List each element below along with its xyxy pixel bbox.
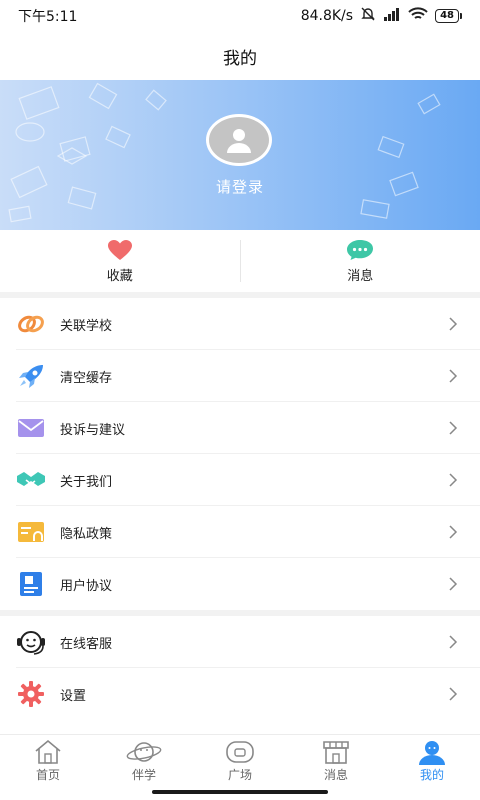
- chevron-right-icon: [449, 577, 458, 591]
- chat-bubble-icon: [347, 239, 374, 260]
- menu-label: 隐私政策: [60, 526, 113, 542]
- shop-icon: [323, 741, 349, 764]
- menu-label: 在线客服: [60, 636, 113, 652]
- page-title: 我的: [223, 48, 257, 69]
- tab-label: 首页: [35, 768, 60, 782]
- plaza-icon: [226, 741, 254, 763]
- quick-actions: 收藏 消息: [0, 230, 480, 292]
- tab-plaza[interactable]: 广场: [192, 735, 288, 786]
- menu-item-feedback[interactable]: 投诉与建议: [0, 402, 480, 454]
- mail-icon: [18, 419, 44, 437]
- battery-icon: 48: [435, 9, 462, 23]
- headset-icon: [17, 631, 45, 655]
- handshake-icon: [17, 472, 45, 486]
- status-bar: 下午5:11 84.8K/s 48: [0, 0, 480, 32]
- network-speed: 84.8K/s: [300, 8, 354, 24]
- link-icon: [18, 315, 44, 333]
- messages-button[interactable]: 消息: [241, 230, 480, 292]
- menu-item-about-us[interactable]: 关于我们: [0, 454, 480, 506]
- profile-icon: [419, 741, 445, 765]
- bottom-tab-bar: 首页 伴学 广场 消息 我的: [0, 734, 480, 786]
- menu-label: 设置: [60, 688, 87, 704]
- tab-profile[interactable]: 我的: [384, 735, 480, 786]
- signal-icon: [383, 7, 401, 25]
- battery-level: 48: [435, 9, 459, 23]
- tab-label: 我的: [419, 768, 444, 782]
- mute-icon: [360, 6, 376, 26]
- favorites-button[interactable]: 收藏: [0, 230, 240, 292]
- gear-icon: [18, 681, 44, 707]
- tab-label: 广场: [227, 768, 252, 782]
- login-prompt[interactable]: 请登录: [0, 176, 480, 197]
- status-icons: 84.8K/s 48: [301, 6, 462, 26]
- rocket-icon: [19, 365, 43, 388]
- chevron-right-icon: [449, 317, 458, 331]
- card-icon: [18, 522, 44, 542]
- menu-label: 用户协议: [60, 578, 113, 594]
- user-avatar-icon: [227, 129, 251, 153]
- menu-label: 清空缓存: [60, 370, 113, 386]
- messages-label: 消息: [347, 268, 374, 284]
- chevron-right-icon: [449, 635, 458, 649]
- tab-home[interactable]: 首页: [0, 735, 96, 786]
- status-time: 下午5:11: [18, 9, 78, 25]
- wifi-icon: [408, 7, 428, 25]
- chevron-right-icon: [449, 687, 458, 701]
- home-icon: [35, 739, 61, 764]
- chevron-right-icon: [449, 369, 458, 383]
- home-indicator[interactable]: [152, 790, 328, 794]
- menu-group-secondary: 在线客服 设置: [0, 616, 480, 720]
- profile-banner[interactable]: 请登录: [0, 80, 480, 230]
- tab-label: 消息: [323, 768, 348, 782]
- menu-label: 关联学校: [60, 318, 113, 334]
- menu-item-user-agreement[interactable]: 用户协议: [0, 558, 480, 610]
- menu-item-privacy-policy[interactable]: 隐私政策: [0, 506, 480, 558]
- menu-label: 关于我们: [60, 474, 113, 490]
- tab-messages[interactable]: 消息: [288, 735, 384, 786]
- menu-item-link-school[interactable]: 关联学校: [0, 298, 480, 350]
- chevron-right-icon: [449, 421, 458, 435]
- chevron-right-icon: [449, 525, 458, 539]
- page-header: 我的: [0, 32, 480, 80]
- planet-icon: [126, 742, 162, 762]
- avatar[interactable]: [206, 114, 274, 166]
- tab-label: 伴学: [131, 768, 156, 782]
- menu-item-online-service[interactable]: 在线客服: [0, 616, 480, 668]
- favorites-label: 收藏: [106, 268, 133, 284]
- menu-group-main: 关联学校 清空缓存 投诉与建议 关于我们 隐私政策 用户协议: [0, 298, 480, 610]
- heart-icon: [107, 239, 132, 260]
- menu-label: 投诉与建议: [60, 422, 126, 438]
- chevron-right-icon: [449, 473, 458, 487]
- menu-item-settings[interactable]: 设置: [0, 668, 480, 720]
- document-icon: [20, 572, 42, 596]
- tab-study[interactable]: 伴学: [96, 735, 192, 786]
- menu-item-clear-cache[interactable]: 清空缓存: [0, 350, 480, 402]
